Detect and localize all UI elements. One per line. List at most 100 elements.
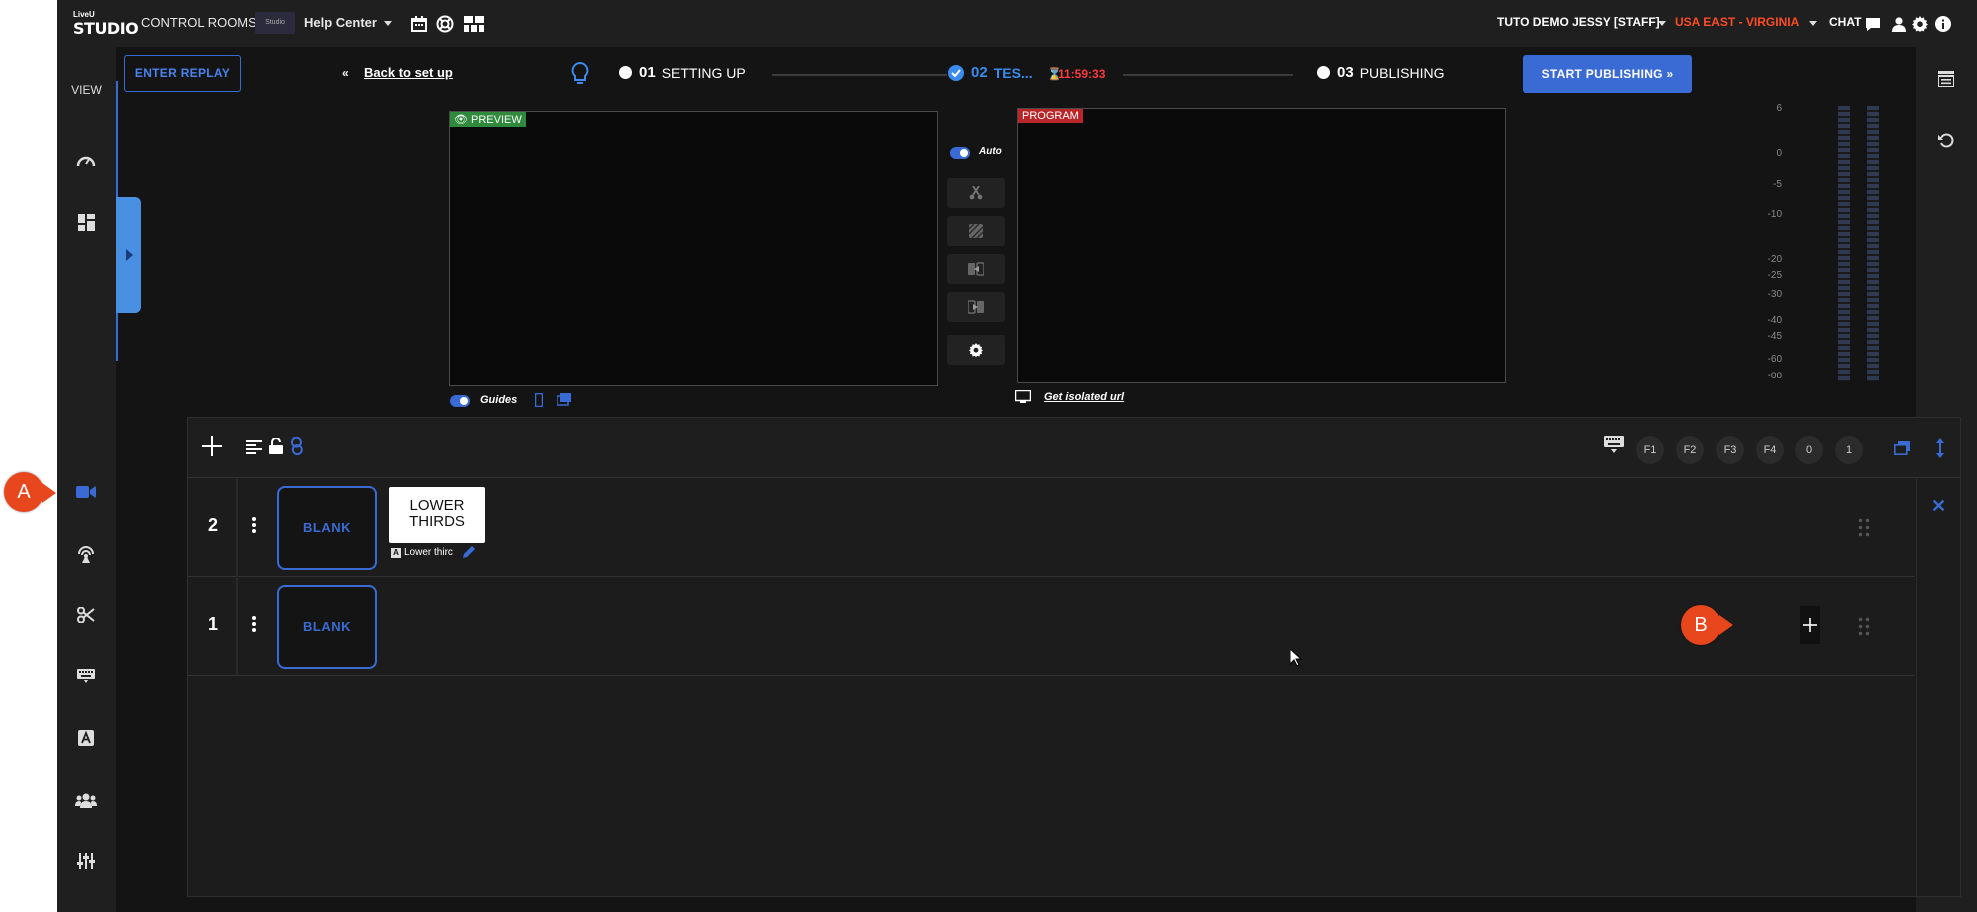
text-font-icon: A [391,548,401,558]
chat-link[interactable]: CHAT [1829,15,1861,29]
copy-windows-icon[interactable] [556,393,571,411]
user-icon[interactable] [1889,14,1909,34]
sliders-icon[interactable] [71,846,101,876]
panel-list-icon[interactable] [1937,71,1955,92]
align-left-icon[interactable] [246,440,262,459]
keyboard-icon[interactable] [71,661,101,691]
logo-big-text: STUDIO [73,19,139,38]
close-icon[interactable]: ✕ [1931,496,1946,517]
lifebuoy-icon[interactable] [435,14,455,34]
step-testing[interactable]: 02 TES... [948,64,1033,81]
transition-wipe-button[interactable] [947,292,1005,322]
double-chevron-left-icon[interactable]: « [342,66,349,80]
camera-icon[interactable] [71,477,101,507]
drag-handle-grip-icon[interactable] [1857,517,1871,539]
double-chevron-right-icon: » [1666,67,1674,81]
meter-label: -40 [1767,315,1782,326]
pencil-edit-icon[interactable] [462,545,476,564]
meter-label: -oo [1767,370,1782,381]
lower-thirds-tile[interactable]: LOWER THIRDS [389,487,485,543]
chat-bubble-icon[interactable] [1863,14,1883,34]
blank-source-tile[interactable]: BLANK [277,486,377,570]
gear-icon[interactable] [1910,14,1930,34]
gear-icon [969,343,983,357]
link-icon[interactable] [290,436,303,460]
help-center-link[interactable]: Help Center [304,15,377,30]
lower-thirds-caption: Lower thirc [404,547,453,558]
add-source-plus-icon[interactable] [1800,606,1820,644]
layer-number: 2 [207,515,218,535]
transition-settings-button[interactable] [947,335,1005,365]
chevron-down-icon[interactable] [378,14,398,34]
blank-source-tile[interactable]: BLANK [277,585,377,669]
start-publishing-button[interactable]: START PUBLISHING » [1523,55,1692,93]
layer-divider [236,479,238,577]
scissors-icon[interactable] [71,600,101,630]
info-icon[interactable] [1933,14,1953,34]
callout-a: A [4,472,44,512]
add-layer-plus-icon[interactable] [202,436,222,461]
dashboard-gauge-icon[interactable] [71,145,101,175]
cut-icon [969,186,983,200]
fkey-f2-button[interactable]: F2 [1676,436,1704,464]
user-menu[interactable]: TUTO DEMO JESSY [STAFF] [1497,15,1660,29]
users-group-icon[interactable] [71,785,101,815]
app-window: LiveU STUDIO CONTROL ROOMS Studio Help C… [57,0,1977,912]
step-setting-up[interactable]: 01 SETTING UP [619,64,746,81]
unlock-icon[interactable] [269,437,283,459]
fkey-f1-button[interactable]: F1 [1636,436,1664,464]
layout-grid-icon[interactable] [71,207,101,237]
auto-toggle[interactable] [950,147,970,159]
meter-label: -30 [1767,289,1782,300]
step-publishing[interactable]: 03 PUBLISHING [1317,64,1445,81]
get-isolated-url-link[interactable]: Get isolated url [1044,391,1124,403]
step-status-dot [1317,66,1330,79]
keyboard-shortcuts-icon[interactable] [1604,436,1624,459]
region-selector[interactable]: USA EAST - VIRGINIA [1675,15,1799,29]
calendar-icon[interactable] [409,14,429,34]
transition-fade-button[interactable] [947,216,1005,246]
fkey-1-button[interactable]: 1 [1835,436,1863,464]
step-label: SETTING UP [661,64,746,81]
step-label: TES... [993,64,1033,81]
transition-cut-button[interactable] [947,178,1005,208]
copy-windows-icon[interactable] [1894,441,1910,460]
lightbulb-icon[interactable] [571,61,589,91]
text-font-icon[interactable] [71,723,101,753]
control-rooms-link[interactable]: CONTROL ROOMS [141,15,257,30]
resize-vertical-icon[interactable] [1935,438,1945,463]
undo-icon[interactable] [1938,132,1954,153]
program-monitor[interactable]: PROGRAM [1017,108,1506,383]
back-to-setup-link[interactable]: Back to set up [364,65,453,80]
fkey-0-button[interactable]: 0 [1795,436,1823,464]
transition-slide-button[interactable] [947,254,1005,284]
vertical-dots-menu-icon[interactable] [252,517,256,538]
liveu-studio-logo[interactable]: LiveU STUDIO [73,10,139,38]
preview-tag: 👁 PREVIEW [450,112,526,127]
pattern-icon [969,224,983,238]
mobile-phone-icon[interactable] [534,392,544,412]
broadcast-icon[interactable] [71,539,101,569]
studio-thumbnail[interactable]: Studio [255,12,295,34]
guides-toggle[interactable] [450,395,470,407]
fkey-f3-button[interactable]: F3 [1716,436,1744,464]
chevron-down-icon[interactable] [1803,14,1823,34]
drag-handle-grip-icon[interactable] [1857,616,1871,638]
callout-b-label: B [1694,613,1708,636]
view-label[interactable]: VIEW [57,83,116,97]
multiview-icon[interactable] [464,14,484,34]
vertical-dots-menu-icon[interactable] [252,616,256,637]
monitor-icon[interactable] [1014,389,1032,409]
program-tag: PROGRAM [1018,109,1083,123]
meter-label: -10 [1767,209,1782,220]
audio-meter-left [1838,106,1850,381]
chevron-down-icon[interactable] [1652,14,1672,34]
eye-icon: 👁 [454,114,468,126]
layers-toolbar: F1 F2 F3 F4 0 1 [188,418,1960,478]
preview-monitor[interactable]: 👁 PREVIEW [449,111,938,386]
meter-label: 6 [1776,103,1782,114]
callout-b-pointer [1719,615,1733,635]
sidebar-expand-tab[interactable] [116,197,141,313]
fkey-f4-button[interactable]: F4 [1756,436,1784,464]
enter-replay-button[interactable]: ENTER REPLAY [124,55,241,92]
